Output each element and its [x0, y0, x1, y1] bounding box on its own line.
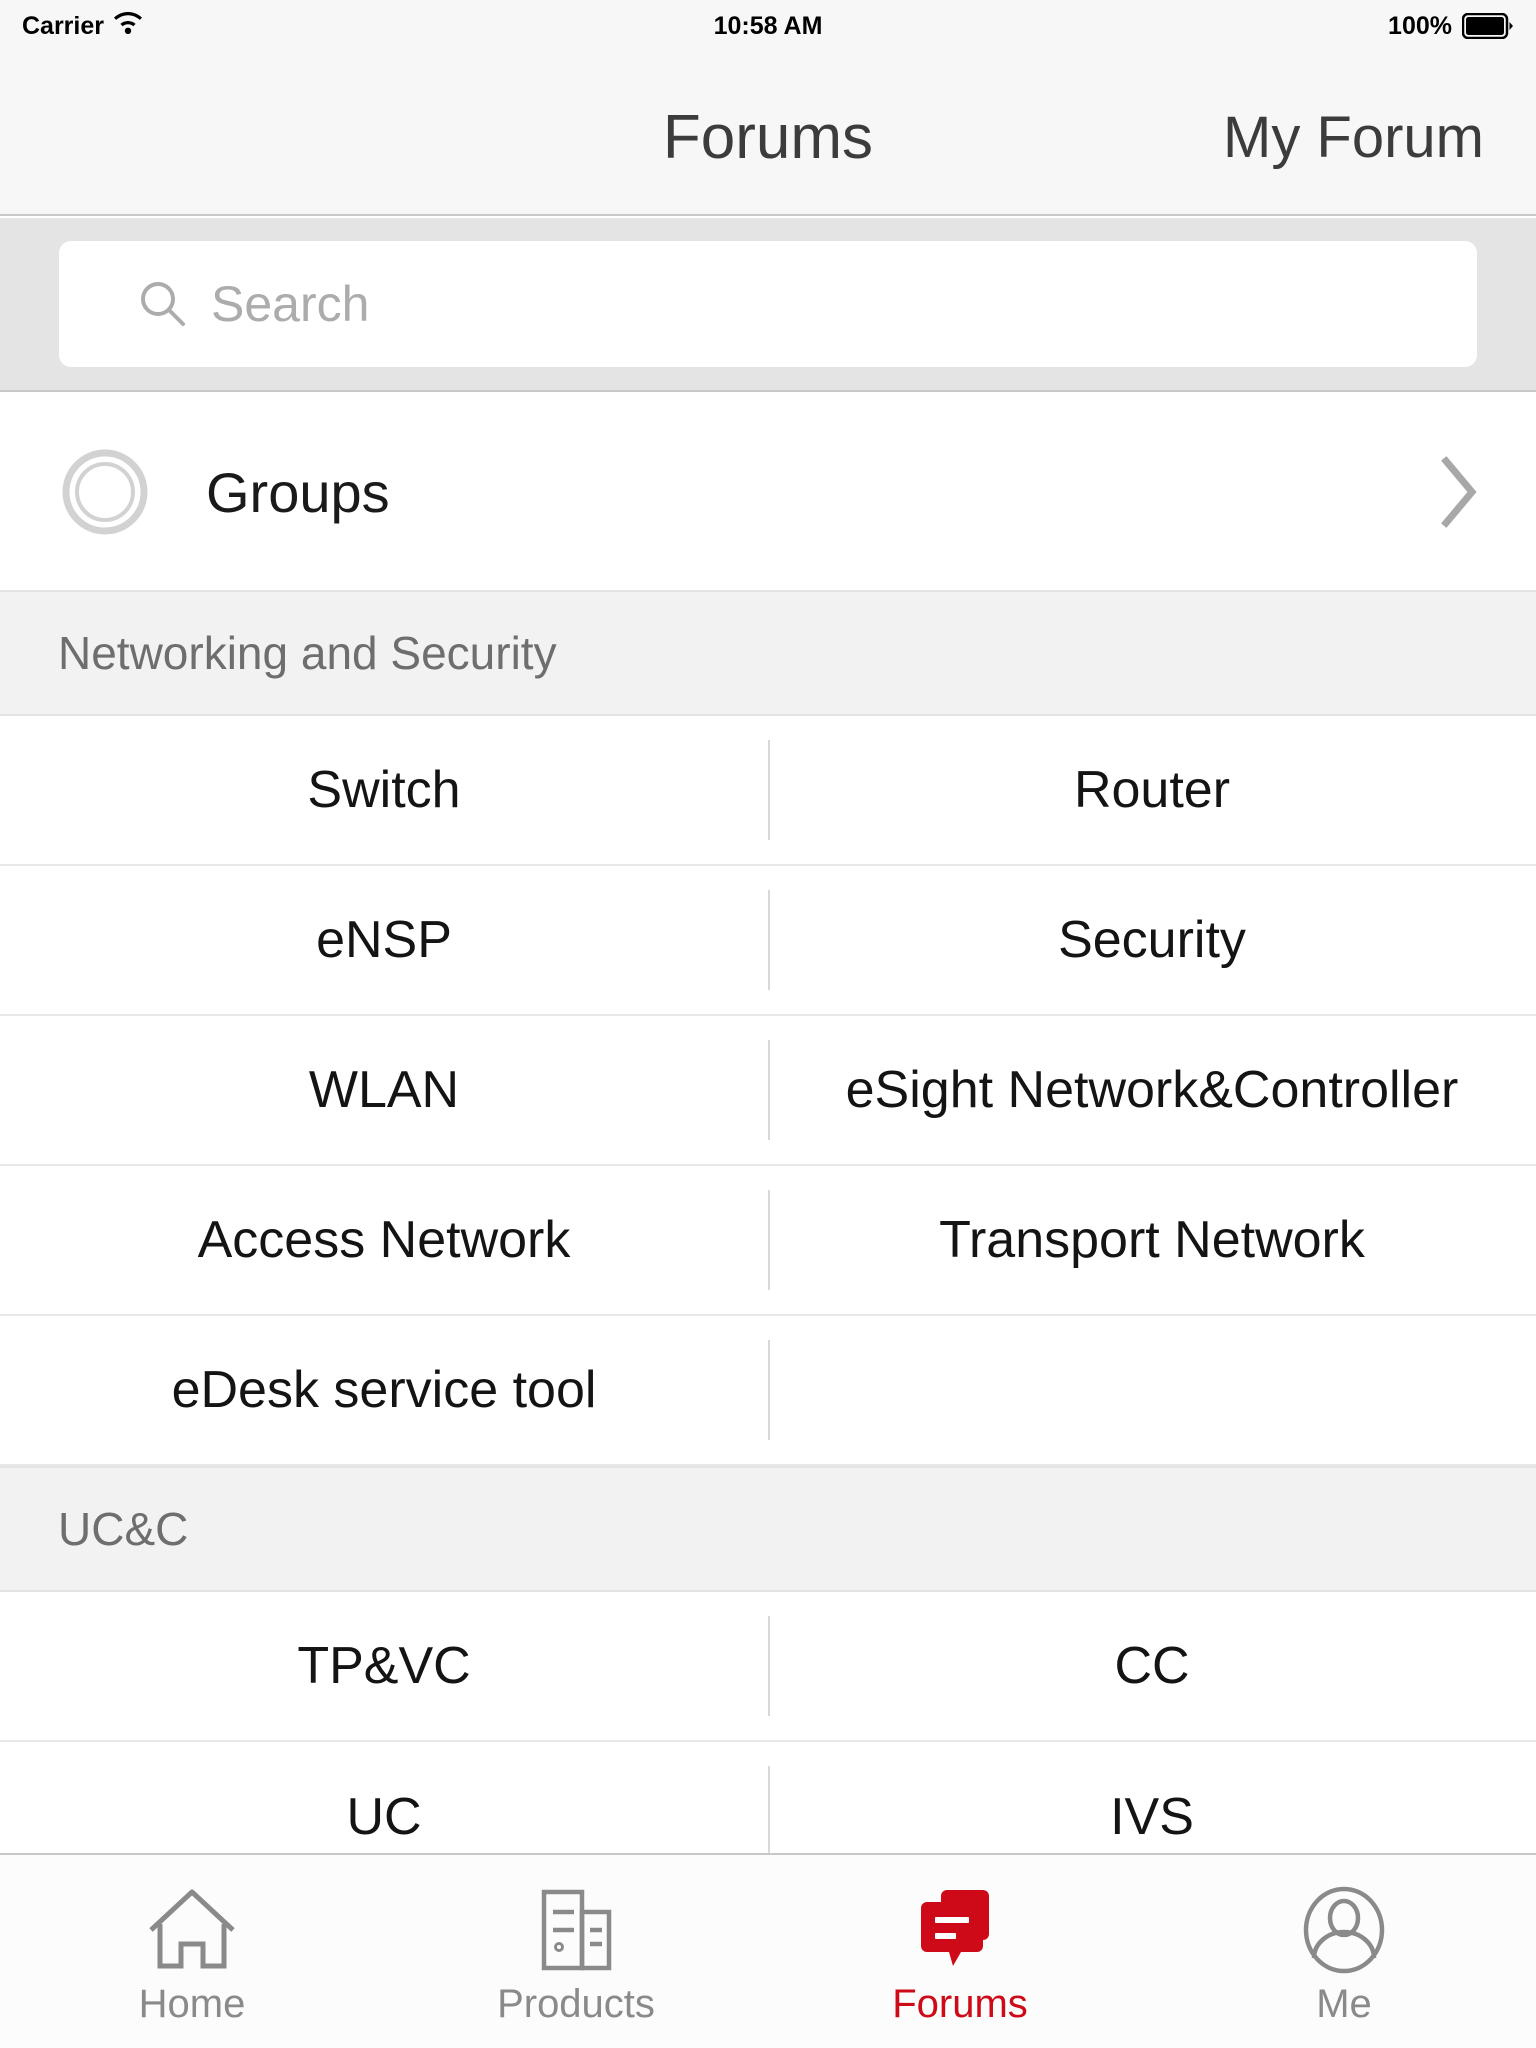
tab-label: Forums [892, 1982, 1028, 2026]
cell-divider [768, 1616, 770, 1716]
forum-cell-wlan[interactable]: WLAN [0, 1016, 768, 1164]
cell-divider [768, 1340, 770, 1440]
search-icon [137, 278, 189, 330]
forum-cell-switch[interactable]: Switch [0, 716, 768, 864]
cell-divider [768, 1766, 770, 1853]
battery-percent-label: 100% [1388, 11, 1452, 40]
table-row: Switch Router [0, 716, 1536, 866]
cell-divider [768, 740, 770, 840]
home-icon [145, 1884, 239, 1976]
forum-cell-edesk-service-tool[interactable]: eDesk service tool [0, 1316, 768, 1464]
battery-full-icon [1462, 13, 1514, 39]
tab-forums[interactable]: Forums [768, 1855, 1152, 2048]
search-bar-container: Search [0, 218, 1536, 392]
section-title: UC&C [58, 1503, 189, 1555]
table-row: Access Network Transport Network [0, 1166, 1536, 1316]
table-row: TP&VC CC [0, 1592, 1536, 1742]
forum-cell-ensp[interactable]: eNSP [0, 866, 768, 1014]
tab-products[interactable]: Products [384, 1855, 768, 2048]
tab-label: Me [1316, 1982, 1372, 2026]
cell-divider [768, 1040, 770, 1140]
forum-cell-access-network[interactable]: Access Network [0, 1166, 768, 1314]
chevron-right-icon[interactable] [1438, 455, 1482, 529]
forum-cell-esight-network-controller[interactable]: eSight Network&Controller [768, 1016, 1536, 1164]
forums-icon [913, 1884, 1007, 1976]
products-icon [529, 1884, 623, 1976]
tab-label: Products [497, 1982, 655, 2026]
forum-cell-router[interactable]: Router [768, 716, 1536, 864]
clock: 10:58 AM [713, 11, 823, 40]
status-bar: Carrier 10:58 AM 100% [0, 0, 1536, 52]
circle-ring-icon [62, 449, 148, 535]
sidebar-item-groups[interactable]: Groups [0, 394, 1536, 590]
tab-bar: Home Products Forums Me [0, 1853, 1536, 2048]
table-row: eNSP Security [0, 866, 1536, 1016]
forum-cell-cc[interactable]: CC [768, 1592, 1536, 1740]
tab-home[interactable]: Home [0, 1855, 384, 2048]
forum-cell-uc[interactable]: UC [0, 1742, 768, 1853]
person-icon [1297, 1884, 1391, 1976]
forum-cell-ivs[interactable]: IVS [768, 1742, 1536, 1853]
my-forum-button[interactable]: My Forum [1223, 104, 1484, 171]
cell-divider [768, 890, 770, 990]
section-title: Networking and Security [58, 627, 557, 679]
groups-label: Groups [206, 460, 390, 524]
table-row: WLAN eSight Network&Controller [0, 1016, 1536, 1166]
forum-cell-security[interactable]: Security [768, 866, 1536, 1014]
table-row: eDesk service tool [0, 1316, 1536, 1466]
cell-divider [768, 1190, 770, 1290]
search-placeholder: Search [211, 276, 370, 332]
tab-me[interactable]: Me [1152, 1855, 1536, 2048]
section-header-networking: Networking and Security [0, 590, 1536, 716]
forum-cell-empty [768, 1316, 1536, 1464]
nav-bar: Forums My Forum [0, 52, 1536, 216]
app-root: Carrier 10:58 AM 100% Forums My Forum Se… [0, 0, 1536, 2048]
forum-category-list[interactable]: Networking and Security Switch Router eN… [0, 590, 1536, 1853]
search-input[interactable]: Search [59, 241, 1477, 367]
forum-cell-transport-network[interactable]: Transport Network [768, 1166, 1536, 1314]
table-row: UC IVS [0, 1742, 1536, 1853]
status-bar-right: 100% [1388, 12, 1514, 41]
section-header-ucc: UC&C [0, 1466, 1536, 1592]
tab-label: Home [138, 1982, 246, 2026]
forum-cell-tpvc[interactable]: TP&VC [0, 1592, 768, 1740]
